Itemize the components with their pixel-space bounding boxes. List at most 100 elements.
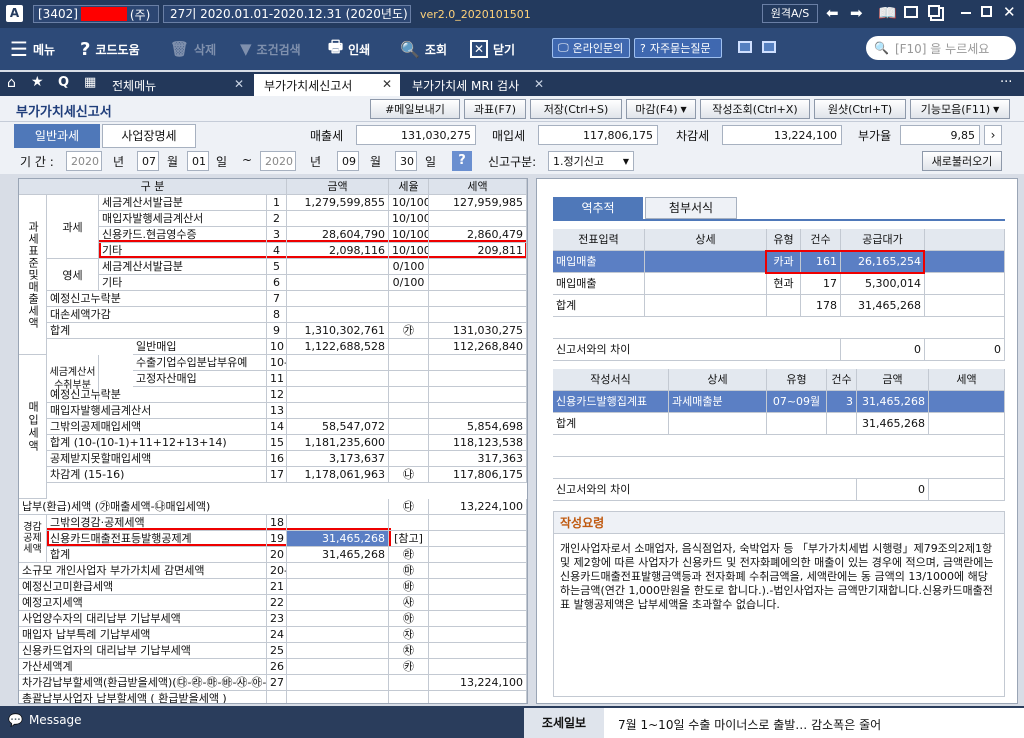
close-window-icon[interactable]: ✕ [1003,3,1016,21]
row-amount[interactable] [287,307,389,323]
window-layout-icon[interactable] [904,6,918,18]
start-day-input[interactable]: 01 [187,151,209,171]
row-tax[interactable]: 317,363 [429,451,527,467]
bottom-row-tax[interactable] [429,659,527,675]
row-amount[interactable] [287,371,389,387]
home-icon[interactable]: ⌂ [7,75,16,91]
form-cell[interactable]: 07~09월 [767,391,827,413]
tax-base-button[interactable]: 과표(F7) [464,99,526,119]
minimize-icon[interactable] [961,12,971,14]
layout-toggle-icon[interactable] [738,41,752,53]
row-tax[interactable] [429,275,527,291]
restore-windows-icon[interactable] [928,5,940,17]
feature-collection-button[interactable]: 기능모음(F11) ▼ [910,99,1010,119]
search-button[interactable]: 🔍 조회 [400,36,447,62]
row-tax[interactable]: 209,811 [429,243,527,259]
company-selector[interactable]: [3402] (주) [33,5,159,23]
deduct-row-tax[interactable] [429,515,527,531]
bottom-row-tax[interactable] [429,611,527,627]
tab-vat-report[interactable]: 부가가치세신고서 ✕ [254,74,400,96]
trace-cell[interactable] [767,295,801,317]
chevron-right-icon[interactable]: › [984,125,1002,145]
deduct-row-amount[interactable]: 31,465,268 [287,531,389,547]
bottom-row-amount[interactable] [287,563,389,579]
row-tax[interactable]: 5,854,698 [429,419,527,435]
row-tax[interactable] [429,371,527,387]
bottom-row-tax[interactable] [429,579,527,595]
tab-trace[interactable]: 역추적 [553,197,643,219]
tab-close-icon[interactable]: ✕ [534,77,544,91]
one-shot-button[interactable]: 원샷(Ctrl+T) [814,99,906,119]
trace-cell-blank[interactable] [925,251,1005,273]
bottom-row-amount[interactable] [287,643,389,659]
row-amount[interactable]: 1,122,688,528 [287,339,389,355]
bottom-row-amount[interactable] [287,595,389,611]
trace-cell-blank[interactable] [925,273,1005,295]
row-amount[interactable] [287,403,389,419]
quick-search-icon[interactable]: Q [58,75,69,90]
bottom-row-amount[interactable] [287,691,389,703]
row-tax[interactable] [429,403,527,419]
message-button[interactable]: 💬 Message [8,713,82,727]
tab-vat-mri[interactable]: 부가가치세 MRI 검사 ✕ [402,74,552,96]
tab-close-icon[interactable]: ✕ [382,77,392,91]
row-amount[interactable] [287,291,389,307]
bottom-row-amount[interactable] [287,627,389,643]
book-icon[interactable]: 📖 [878,4,897,22]
deduct-row-tax[interactable] [429,531,527,547]
form-cell[interactable]: 31,465,268 [857,413,929,435]
trace-cell[interactable]: 17 [801,273,841,295]
row-amount[interactable] [287,355,389,371]
closing-button[interactable]: 마감(F4) ▼ [626,99,696,119]
row-tax[interactable] [429,291,527,307]
row-amount[interactable]: 1,310,302,761 [287,323,389,339]
row-tax[interactable]: 127,959,985 [429,195,527,211]
form-cell[interactable] [827,413,857,435]
deduct-row-tax[interactable] [429,547,527,563]
maximize-icon[interactable] [981,6,992,17]
reload-button[interactable]: 새로불러오기 [922,151,1002,171]
row-tax[interactable]: 2,860,479 [429,227,527,243]
row-tax[interactable] [429,259,527,275]
row-tax[interactable]: 131,030,275 [429,323,527,339]
trace-cell[interactable]: 매입매출 [553,251,645,273]
row-tax[interactable] [429,355,527,371]
tab-close-icon[interactable]: ✕ [234,77,244,91]
row-amount[interactable]: 1,178,061,963 [287,467,389,483]
form-cell[interactable]: 3 [827,391,857,413]
close-button[interactable]: ✕ 닫기 [470,36,515,62]
tab-all-menu[interactable]: 전체메뉴 ✕ [102,74,252,96]
form-cell[interactable] [929,413,1005,435]
form-cell[interactable]: 과세매출분 [669,391,767,413]
form-cell[interactable] [669,413,767,435]
save-button[interactable]: 저장(Ctrl+S) [530,99,622,119]
trace-cell[interactable] [645,251,767,273]
row-amount[interactable]: 1,279,599,855 [287,195,389,211]
forward-arrow-icon[interactable]: ➡ [850,4,863,22]
row-tax[interactable]: 117,806,175 [429,467,527,483]
news-headline[interactable]: 7월 1~10일 수출 마이너스로 출발… 감소폭은 줄어 [618,716,881,733]
end-year-input[interactable]: 2020 [260,151,296,171]
bottom-row-amount[interactable] [287,675,389,691]
code-help-button[interactable]: ? 코드도움 [80,36,140,62]
send-mail-button[interactable]: #메일보내기 [370,99,460,119]
row-tax[interactable] [429,211,527,227]
row-tax[interactable]: 112,268,840 [429,339,527,355]
start-year-input[interactable]: 2020 [66,151,102,171]
trace-cell[interactable]: 5,300,014 [841,273,925,295]
bottom-row-tax[interactable] [429,595,527,611]
end-day-input[interactable]: 30 [395,151,417,171]
fiscal-period[interactable]: 27기 2020.01.01-2020.12.31 (2020년도) [163,5,411,23]
row-tax[interactable] [429,387,527,403]
row-amount[interactable]: 58,547,072 [287,419,389,435]
bottom-row-tax[interactable] [429,643,527,659]
menu-button[interactable]: ☰ 메뉴 [10,36,55,62]
row-amount[interactable] [287,259,389,275]
row-amount[interactable]: 28,604,790 [287,227,389,243]
row-amount[interactable]: 3,173,637 [287,451,389,467]
trace-cell-blank[interactable] [925,295,1005,317]
report-type-select[interactable]: 1.정기신고 ▼ [548,151,634,171]
start-month-input[interactable]: 07 [137,151,159,171]
back-arrow-icon[interactable]: ⬅ [826,4,839,22]
menu-search-input[interactable]: 🔍 [F10] 을 누르세요 [866,36,1016,60]
